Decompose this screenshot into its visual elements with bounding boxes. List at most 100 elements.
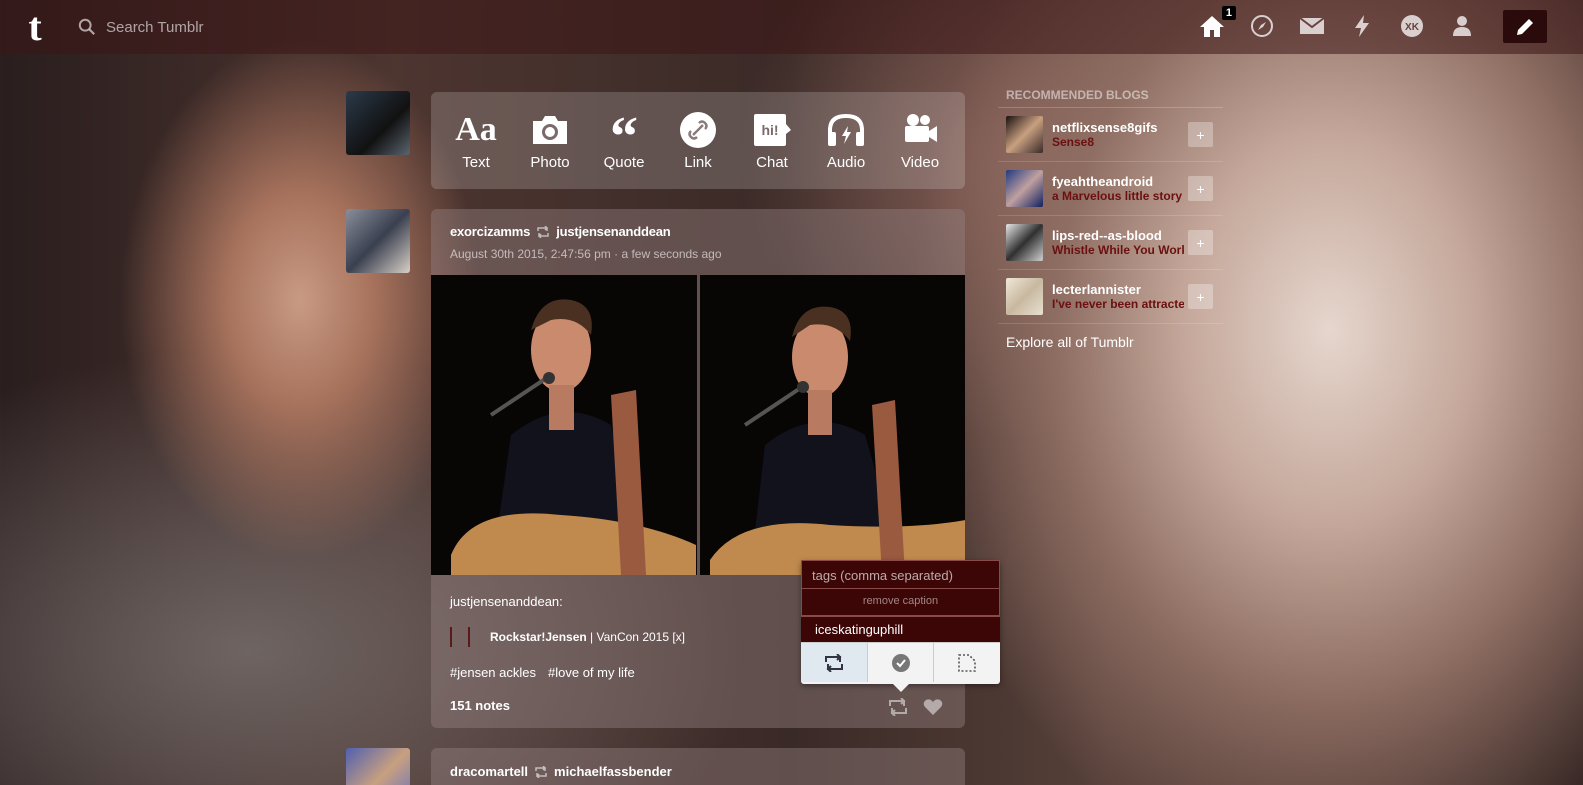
blog-name[interactable]: netflixsense8gifs bbox=[1052, 120, 1184, 135]
follow-button[interactable]: + bbox=[1188, 122, 1213, 147]
popup-arrow bbox=[893, 684, 909, 692]
headphones-icon bbox=[826, 110, 866, 150]
post-type-label: Photo bbox=[530, 154, 570, 171]
blog-name[interactable]: lips-red--as-blood bbox=[1052, 228, 1184, 243]
blog-avatar[interactable] bbox=[1006, 170, 1043, 207]
svg-text:hi!: hi! bbox=[761, 122, 778, 138]
post-author-avatar[interactable] bbox=[346, 209, 410, 273]
reblog-small-icon bbox=[535, 765, 547, 778]
activity-button[interactable] bbox=[1348, 12, 1376, 40]
follow-button[interactable]: + bbox=[1188, 176, 1213, 201]
top-navigation-bar: t Search Tumblr 1 XK bbox=[0, 0, 1583, 54]
svg-text:XK: XK bbox=[1405, 22, 1420, 33]
tag-link[interactable]: #jensen ackles bbox=[450, 665, 536, 680]
blog-avatar[interactable] bbox=[1006, 224, 1043, 261]
account-button[interactable] bbox=[1448, 12, 1476, 40]
post-type-label: Video bbox=[900, 154, 940, 171]
reblog-actions bbox=[801, 642, 1000, 682]
quote-icon: “ bbox=[610, 106, 638, 168]
recommended-blogs-sidebar: RECOMMENDED BLOGS netflixsense8gifs Sense… bbox=[998, 88, 1223, 350]
quick-reblog-popup: tags (comma separated) remove caption ic… bbox=[801, 560, 1000, 692]
post-type-bar: Aa Text Photo “ Quote Link hi! Chat Audi… bbox=[431, 92, 965, 189]
reblog-blog-select[interactable]: iceskatinguphill bbox=[801, 616, 1000, 642]
remove-caption-button[interactable]: remove caption bbox=[801, 589, 1000, 616]
post-type-label: Link bbox=[684, 154, 712, 171]
post-type-audio[interactable]: Audio bbox=[811, 110, 881, 171]
blog-subtitle: a Marvelous little story bbox=[1052, 189, 1183, 203]
link-icon bbox=[679, 110, 717, 150]
compass-icon bbox=[1251, 15, 1273, 37]
follow-button[interactable]: + bbox=[1188, 284, 1213, 309]
explore-link[interactable]: Explore all of Tumblr bbox=[998, 324, 1223, 350]
heart-icon[interactable] bbox=[923, 698, 943, 716]
photo[interactable] bbox=[699, 275, 965, 575]
search-input[interactable]: Search Tumblr bbox=[106, 19, 204, 36]
post-type-quote[interactable]: “ Quote bbox=[589, 106, 659, 171]
post-type-video[interactable]: Video bbox=[885, 110, 955, 171]
blog-avatar[interactable] bbox=[1006, 116, 1043, 153]
post-type-label: Text bbox=[462, 154, 490, 171]
recommended-blog-item[interactable]: fyeahtheandroid a Marvelous little story … bbox=[998, 162, 1223, 216]
post-type-text[interactable]: Aa Text bbox=[441, 110, 511, 171]
post-type-chat[interactable]: hi! Chat bbox=[737, 110, 807, 171]
caption-source[interactable]: justjensenanddean: bbox=[450, 594, 780, 609]
post-date[interactable]: August 30th 2015, 2:47:56 pm · a few sec… bbox=[450, 247, 946, 261]
blog-avatar[interactable] bbox=[1006, 278, 1043, 315]
home-badge: 1 bbox=[1221, 6, 1236, 20]
post-controls bbox=[887, 698, 943, 716]
reblogged-from-link[interactable]: justjensenanddean bbox=[556, 224, 671, 239]
blog-name[interactable]: lecterlannister bbox=[1052, 282, 1184, 297]
post2-author-avatar[interactable] bbox=[346, 748, 410, 785]
recommended-blog-item[interactable]: lecterlannister I've never been attracted… bbox=[998, 270, 1223, 324]
post-type-link[interactable]: Link bbox=[663, 110, 733, 171]
caption-quote: Rockstar!Jensen | VanCon 2015 [x] bbox=[450, 627, 780, 647]
explore-button[interactable] bbox=[1248, 12, 1276, 40]
tag-link[interactable]: #love of my life bbox=[548, 665, 635, 680]
photo[interactable] bbox=[431, 275, 697, 575]
photoset[interactable] bbox=[431, 275, 965, 575]
chat-icon: hi! bbox=[752, 110, 792, 150]
reblogged-from-link[interactable]: michaelfassbender bbox=[554, 764, 672, 779]
reblog-small-icon bbox=[537, 225, 549, 238]
draft-icon bbox=[958, 653, 976, 672]
recommended-blog-item[interactable]: netflixsense8gifs Sense8 + bbox=[998, 108, 1223, 162]
user-icon bbox=[1453, 16, 1471, 36]
quote-bars bbox=[450, 627, 470, 647]
text-icon: Aa bbox=[455, 111, 497, 148]
pencil-icon bbox=[1517, 18, 1533, 35]
blog-subtitle: I've never been attracted bbox=[1052, 297, 1184, 311]
reblog-icon[interactable] bbox=[887, 698, 909, 716]
queue-button[interactable] bbox=[868, 643, 935, 682]
tags-input[interactable]: tags (comma separated) bbox=[801, 560, 1000, 589]
blog-subtitle: Sense8 bbox=[1052, 135, 1095, 149]
lightning-icon bbox=[1355, 15, 1369, 37]
draft-button[interactable] bbox=[934, 643, 1000, 682]
follow-button[interactable]: + bbox=[1188, 230, 1213, 255]
post-users: exorcizamms justjensenanddean bbox=[450, 224, 946, 239]
recommended-blog-item[interactable]: lips-red--as-blood Whistle While You Work… bbox=[998, 216, 1223, 270]
envelope-icon bbox=[1299, 17, 1325, 34]
post-tags: #jensen ackles #love of my life bbox=[450, 665, 780, 680]
post-author-link[interactable]: exorcizamms bbox=[450, 224, 530, 239]
blog-subtitle: Whistle While You Work bbox=[1052, 243, 1184, 257]
compose-button[interactable] bbox=[1503, 10, 1547, 43]
post-type-label: Audio bbox=[826, 154, 866, 171]
quote-title: Rockstar!Jensen bbox=[490, 630, 587, 644]
post-type-photo[interactable]: Photo bbox=[515, 110, 585, 171]
check-circle-icon bbox=[891, 653, 910, 672]
post-header: exorcizamms justjensenanddean August 30t… bbox=[431, 209, 965, 275]
reblog-icon bbox=[824, 653, 843, 672]
post-type-label: Chat bbox=[756, 154, 788, 171]
search-icon bbox=[78, 18, 95, 35]
home-button[interactable]: 1 bbox=[1198, 6, 1236, 40]
inbox-button[interactable] bbox=[1298, 12, 1326, 40]
post-author-link[interactable]: dracomartell bbox=[450, 764, 528, 779]
user-avatar[interactable] bbox=[346, 91, 410, 155]
xkit-icon: XK bbox=[1401, 15, 1423, 37]
xkit-button[interactable]: XK bbox=[1398, 12, 1426, 40]
notes-count[interactable]: 151 notes bbox=[450, 698, 780, 713]
search-bar[interactable]: Search Tumblr bbox=[78, 14, 378, 40]
reblog-now-button[interactable] bbox=[801, 643, 868, 682]
blog-name[interactable]: fyeahtheandroid bbox=[1052, 174, 1184, 189]
tumblr-logo[interactable]: t bbox=[18, 7, 52, 47]
